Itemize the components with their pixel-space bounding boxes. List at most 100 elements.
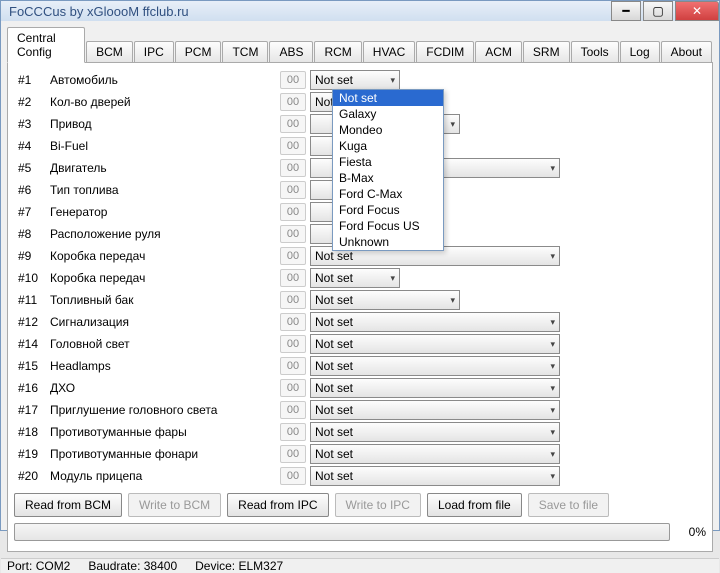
tab-about[interactable]: About bbox=[661, 41, 712, 63]
param-label: Головной свет bbox=[50, 337, 280, 351]
param-field-id: 00 bbox=[280, 467, 306, 485]
tab-ipc[interactable]: IPC bbox=[134, 41, 174, 63]
tab-acm[interactable]: ACM bbox=[475, 41, 522, 63]
param-row: #16ДХО00Not set▾ bbox=[14, 377, 706, 399]
param-id: #12 bbox=[14, 315, 50, 329]
maximize-button[interactable]: ▢ bbox=[643, 1, 673, 21]
param-field-id: 00 bbox=[280, 159, 306, 177]
status-baudrate: Baudrate: 38400 bbox=[88, 559, 177, 573]
dropdown-option[interactable]: Galaxy bbox=[333, 106, 443, 122]
read-ipc-button[interactable]: Read from IPC bbox=[227, 493, 328, 517]
tab-panel: #1Автомобиль00Not set▾Not setGalaxyMonde… bbox=[7, 62, 713, 552]
chevron-down-icon: ▾ bbox=[550, 471, 555, 482]
read-bcm-button[interactable]: Read from BCM bbox=[14, 493, 122, 517]
dropdown-option[interactable]: Not set bbox=[333, 90, 443, 106]
dropdown-option[interactable]: Kuga bbox=[333, 138, 443, 154]
param-field-id: 00 bbox=[280, 313, 306, 331]
param-combo[interactable]: Not set ▾ bbox=[310, 466, 560, 486]
param-combo[interactable]: Not set▾ bbox=[310, 356, 560, 376]
tab-pcm[interactable]: PCM bbox=[175, 41, 222, 63]
param-combo[interactable]: Not set▾ bbox=[310, 312, 560, 332]
tab-hvac[interactable]: HVAC bbox=[363, 41, 415, 63]
param-combo[interactable]: Not set▾ bbox=[310, 334, 560, 354]
param-combo[interactable]: Not set▾ bbox=[310, 290, 460, 310]
param-label: ДХО bbox=[50, 381, 280, 395]
close-button[interactable]: ✕ bbox=[675, 1, 719, 21]
chevron-down-icon: ▾ bbox=[550, 339, 555, 350]
param-field-id: 00 bbox=[280, 137, 306, 155]
dropdown-option[interactable]: Ford Focus bbox=[333, 202, 443, 218]
param-value: Not set bbox=[315, 469, 353, 483]
window-controls: ━ ▢ ✕ bbox=[609, 1, 719, 21]
params-scroll-area[interactable]: #1Автомобиль00Not set▾Not setGalaxyMonde… bbox=[14, 69, 706, 487]
param-combo[interactable]: Not set▾ bbox=[310, 70, 400, 90]
param-label: Коробка передач bbox=[50, 249, 280, 263]
param-row: #12Сигнализация00Not set▾ bbox=[14, 311, 706, 333]
param-value: Not set bbox=[315, 249, 353, 263]
param-id: #5 bbox=[14, 161, 50, 175]
param-id: #20 bbox=[14, 469, 50, 483]
chevron-down-icon: ▾ bbox=[390, 273, 395, 284]
chevron-down-icon: ▾ bbox=[550, 405, 555, 416]
param-id: #1 bbox=[14, 73, 50, 87]
tabs-row: Central ConfigBCMIPCPCMTCMABSRCMHVACFCDI… bbox=[7, 27, 713, 63]
param-label: Bi-Fuel bbox=[50, 139, 280, 153]
tab-tools[interactable]: Tools bbox=[571, 41, 619, 63]
status-device: Device: ELM327 bbox=[195, 559, 283, 573]
param-value: Not set bbox=[315, 315, 353, 329]
param-value: Not set bbox=[315, 447, 353, 461]
tab-log[interactable]: Log bbox=[620, 41, 660, 63]
param-label: Противотуманные фары bbox=[50, 425, 280, 439]
param-row: #19Противотуманные фонари00Not set▾ bbox=[14, 443, 706, 465]
param-id: #2 bbox=[14, 95, 50, 109]
param-field-id: 00 bbox=[280, 225, 306, 243]
param-value: Not set bbox=[315, 381, 353, 395]
param-row: #17Приглушение головного света00Not set▾ bbox=[14, 399, 706, 421]
param-field-id: 00 bbox=[280, 423, 306, 441]
param-row: #10Коробка передач00Not set▾ bbox=[14, 267, 706, 289]
dropdown-list[interactable]: Not setGalaxyMondeoKugaFiestaB-MaxFord C… bbox=[332, 89, 444, 251]
progress-bar bbox=[14, 523, 670, 541]
tab-fcdim[interactable]: FCDIM bbox=[416, 41, 474, 63]
progress-percent: 0% bbox=[676, 525, 706, 539]
tab-srm[interactable]: SRM bbox=[523, 41, 570, 63]
write-ipc-button: Write to IPC bbox=[335, 493, 421, 517]
param-field-id: 00 bbox=[280, 357, 306, 375]
param-combo[interactable]: Not set▾ bbox=[310, 268, 400, 288]
param-combo[interactable]: Not set▾ bbox=[310, 400, 560, 420]
dropdown-option[interactable]: Ford C-Max bbox=[333, 186, 443, 202]
param-row: #14Головной свет00Not set▾ bbox=[14, 333, 706, 355]
dropdown-option[interactable]: B-Max bbox=[333, 170, 443, 186]
tab-tcm[interactable]: TCM bbox=[222, 41, 268, 63]
tab-rcm[interactable]: RCM bbox=[314, 41, 361, 63]
dropdown-option[interactable]: Ford Focus US bbox=[333, 218, 443, 234]
param-label: Противотуманные фонари bbox=[50, 447, 280, 461]
tab-central-config[interactable]: Central Config bbox=[7, 27, 85, 63]
param-id: #6 bbox=[14, 183, 50, 197]
tab-abs[interactable]: ABS bbox=[269, 41, 313, 63]
load-file-button[interactable]: Load from file bbox=[427, 493, 522, 517]
progress-row: 0% bbox=[14, 519, 706, 545]
dropdown-option[interactable]: Fiesta bbox=[333, 154, 443, 170]
param-label: Модуль прицепа bbox=[50, 469, 280, 483]
param-id: #19 bbox=[14, 447, 50, 461]
param-combo[interactable]: Not set▾ bbox=[310, 422, 560, 442]
tab-bcm[interactable]: BCM bbox=[86, 41, 133, 63]
minimize-button[interactable]: ━ bbox=[611, 1, 641, 21]
param-label: Сигнализация bbox=[50, 315, 280, 329]
dropdown-option[interactable]: Mondeo bbox=[333, 122, 443, 138]
param-combo[interactable]: Not set ▾ bbox=[310, 444, 560, 464]
param-combo[interactable]: Not set▾ bbox=[310, 378, 560, 398]
dropdown-option[interactable]: Unknown bbox=[333, 234, 443, 250]
param-row: #11Топливный бак00Not set▾ bbox=[14, 289, 706, 311]
param-label: Двигатель bbox=[50, 161, 280, 175]
chevron-down-icon: ▾ bbox=[550, 251, 555, 262]
param-field-id: 00 bbox=[280, 71, 306, 89]
param-field-id: 00 bbox=[280, 401, 306, 419]
param-field-id: 00 bbox=[280, 93, 306, 111]
chevron-down-icon: ▾ bbox=[550, 449, 555, 460]
app-window: FoCCCus by xGloooM ffclub.ru ━ ▢ ✕ Centr… bbox=[0, 0, 720, 531]
param-field-id: 00 bbox=[280, 269, 306, 287]
param-id: #11 bbox=[14, 293, 50, 307]
param-label: Топливный бак bbox=[50, 293, 280, 307]
